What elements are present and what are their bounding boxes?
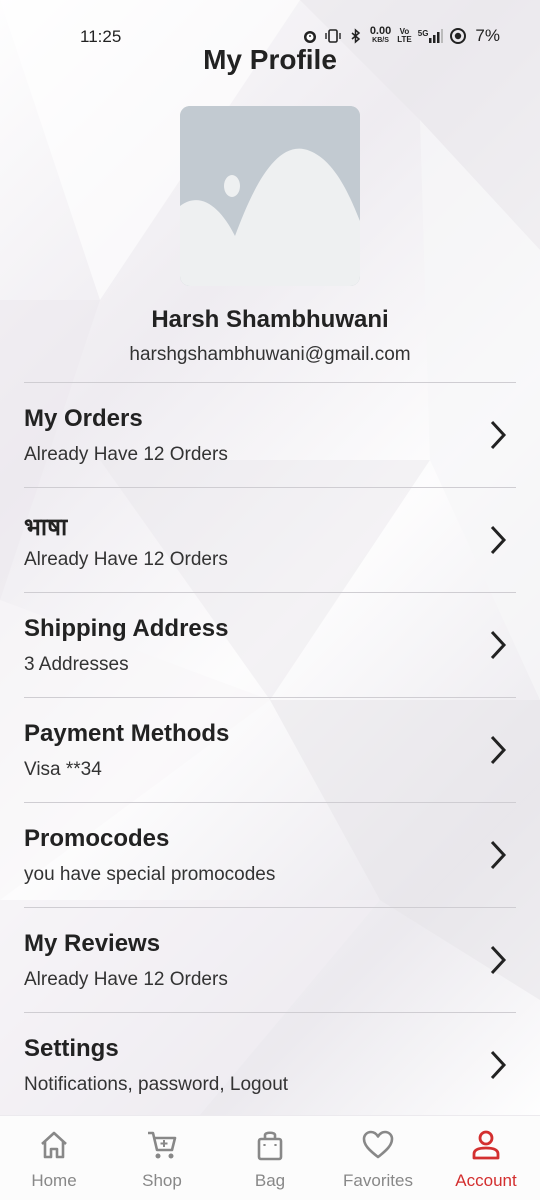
nav-label: Shop [142, 1171, 182, 1190]
menu-item-promocodes[interactable]: Promocodes you have special promocodes [24, 802, 516, 907]
chevron-right-icon [490, 840, 507, 870]
chevron-right-icon [490, 420, 507, 450]
heart-icon [362, 1130, 394, 1159]
menu-item-subtitle: Already Have 12 Orders [24, 549, 228, 570]
chevron-right-icon [490, 630, 507, 660]
avatar[interactable] [180, 106, 360, 286]
menu-item-title: Promocodes [24, 825, 170, 852]
chevron-right-icon [490, 1050, 507, 1080]
menu-item-title: My Orders [24, 405, 143, 432]
menu-item-my-reviews[interactable]: My Reviews Already Have 12 Orders [24, 907, 516, 1012]
chevron-right-icon [490, 735, 507, 765]
nav-item-favorites[interactable]: Favorites [324, 1116, 432, 1200]
profile-name: Harsh Shambhuwani [151, 306, 389, 333]
person-icon [472, 1130, 500, 1160]
menu-item-title: My Reviews [24, 930, 161, 957]
home-icon [41, 1131, 67, 1159]
chevron-right-icon [490, 525, 507, 555]
menu-item-subtitle: 3 Addresses [24, 654, 129, 675]
cart-icon [148, 1131, 177, 1159]
nav-label: Account [455, 1171, 517, 1190]
menu-item-my-orders[interactable]: My Orders Already Have 12 Orders [24, 382, 516, 487]
nav-item-bag[interactable]: Bag [216, 1116, 324, 1200]
menu-item-title: Shipping Address [24, 615, 229, 642]
alarm-icon [303, 31, 316, 43]
menu-item-title: Settings [24, 1035, 119, 1062]
nav-label: Bag [254, 1171, 286, 1190]
nav-item-home[interactable]: Home [0, 1116, 108, 1200]
menu-item-subtitle: Visa **34 [24, 759, 102, 780]
bag-icon [257, 1131, 283, 1161]
menu-item-subtitle: Already Have 12 Orders [24, 969, 228, 990]
net-speed: 0.00 KB/S [369, 25, 392, 45]
menu-item-title: Payment Methods [24, 720, 230, 747]
nav-label: Favorites [343, 1171, 413, 1190]
menu-item-title: भाषा [24, 514, 68, 541]
page-title: My Profile [203, 44, 337, 75]
menu-item-settings[interactable]: Settings Notifications, password, Logout [24, 1012, 516, 1117]
menu-item-subtitle: you have special promocodes [24, 864, 276, 885]
profile-menu: My Orders Already Have 12 Orders भाषा Al… [24, 382, 516, 1117]
battery-percentage: 7% [475, 26, 500, 45]
menu-item-language[interactable]: भाषा Already Have 12 Orders [24, 487, 516, 592]
bluetooth-icon [351, 28, 360, 44]
volte-indicator: Vo LTE [397, 27, 412, 44]
menu-item-subtitle: Notifications, password, Logout [24, 1074, 289, 1095]
nav-item-shop[interactable]: Shop [108, 1116, 216, 1200]
bottom-nav: Home Shop Bag Favorites Account [0, 1115, 540, 1200]
menu-item-subtitle: Already Have 12 Orders [24, 444, 228, 465]
vibrate-icon [325, 29, 341, 43]
nav-item-account[interactable]: Account [432, 1116, 540, 1200]
menu-item-payment-methods[interactable]: Payment Methods Visa **34 [24, 697, 516, 802]
battery-saver-icon [450, 28, 467, 44]
status-icons: 0.00 KB/S Vo LTE 5G 7% [302, 26, 500, 46]
chevron-right-icon [490, 945, 507, 975]
signal-icon: 5G [418, 29, 444, 43]
image-placeholder-icon [180, 106, 360, 286]
nav-label: Home [31, 1171, 77, 1190]
menu-item-shipping-address[interactable]: Shipping Address 3 Addresses [24, 592, 516, 697]
profile-email: harshgshambhuwani@gmail.com [129, 344, 411, 365]
